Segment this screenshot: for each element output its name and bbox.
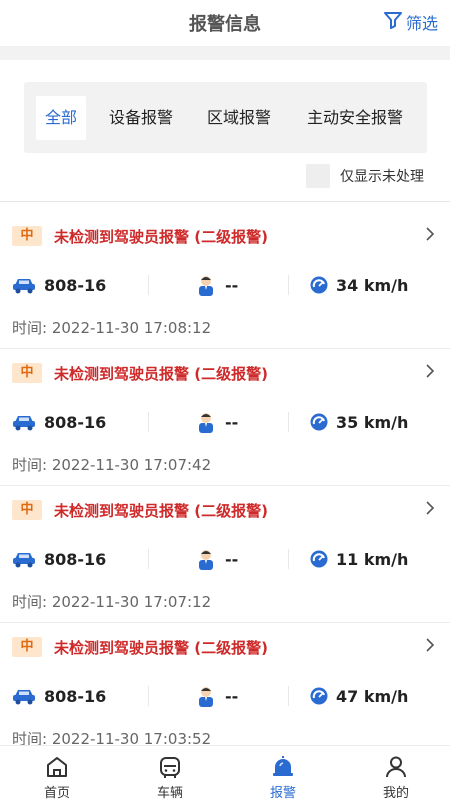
vehicle-plate: 808-16 [44,549,107,569]
alarm-time: 时间: 2022-11-30 17:08:12 [12,319,212,337]
divider [148,275,149,295]
vehicle-plate: 808-16 [44,412,107,432]
speed-cell: 34 km/h [310,272,408,298]
alarm-title: 未检测到驾驶员报警 (二级报警) [54,365,268,383]
nav-home-label: 首页 [43,786,70,800]
chevron-right-icon[interactable] [424,637,436,653]
vehicle-plate-cell: 808-16 [12,683,106,709]
alarm-level-badge: 中 [12,363,42,383]
speedometer-icon [310,687,328,705]
divider [148,412,149,432]
nav-home[interactable]: 首页 [22,754,92,800]
nav-vehicles-label: 车辆 [156,786,183,800]
divider [148,549,149,569]
vehicle-plate-cell: 808-16 [12,546,106,572]
car-icon [13,279,35,294]
speedometer-icon [310,550,328,568]
chevron-right-icon[interactable] [424,500,436,516]
unprocessed-filter[interactable]: 仅显示未处理 [306,164,424,188]
tab-area-alarm[interactable]: 区域报警 [204,96,274,140]
alarm-level-badge: 中 [12,637,42,657]
divider [288,686,289,706]
driver-name: -- [225,686,239,706]
home-icon [47,757,67,777]
tab-all[interactable]: 全部 [36,96,86,140]
alarm-level-badge: 中 [12,226,42,246]
user-icon [386,756,406,778]
alarm-item[interactable]: 中 未检测到驾驶员报警 (二级报警) 808-16 [0,212,450,349]
nav-vehicles[interactable]: 车辆 [135,754,205,800]
tab-active-safety-alarm[interactable]: 主动安全报警 [302,96,408,140]
alarm-time: 时间: 2022-11-30 17:07:12 [12,593,212,611]
alarm-info-row: 808-16 -- 47 km/h [0,683,450,709]
vehicle-plate-cell: 808-16 [12,272,106,298]
driver-name: -- [225,275,239,295]
nav-profile-label: 我的 [382,786,409,800]
header-divider [0,46,450,60]
divider [288,275,289,295]
alarm-time: 时间: 2022-11-30 17:07:42 [12,456,212,474]
alarm-title: 未检测到驾驶员报警 (二级报警) [54,228,268,246]
alarm-type-tabs: 全部 设备报警 区域报警 主动安全报警 [24,82,427,153]
alarm-bell-icon [273,756,293,776]
speed-value: 47 km/h [336,686,409,706]
divider [148,686,149,706]
nav-profile[interactable]: 我的 [361,754,431,800]
alarm-item[interactable]: 中 未检测到驾驶员报警 (二级报警) 808-16 [0,349,450,486]
driver-icon [199,413,213,433]
alarm-item[interactable]: 中 未检测到驾驶员报警 (二级报警) 808-16 [0,486,450,623]
driver-icon [199,550,213,570]
nav-alarm[interactable]: 报警 [248,754,318,800]
speed-cell: 35 km/h [310,409,408,435]
car-icon [13,553,35,568]
vehicle-icon [160,757,180,778]
car-icon [13,690,35,705]
vehicle-plate-cell: 808-16 [12,409,106,435]
filter-label: 筛选 [405,14,438,33]
driver-cell: -- [195,683,238,709]
speed-cell: 11 km/h [310,546,408,572]
driver-name: -- [225,549,239,569]
speed-value: 35 km/h [336,412,409,432]
driver-icon [199,687,213,707]
divider [288,549,289,569]
unprocessed-checkbox[interactable] [306,164,330,188]
driver-cell: -- [195,546,238,572]
vehicle-plate: 808-16 [44,275,107,295]
tab-device-alarm[interactable]: 设备报警 [106,96,176,140]
speed-value: 11 km/h [336,549,409,569]
bottom-nav: 首页 车辆 报警 我的 [0,745,450,800]
filter-icon [383,10,403,34]
header: 报警信息 筛选 [0,0,450,46]
driver-cell: -- [195,272,238,298]
speedometer-icon [310,413,328,431]
chevron-right-icon[interactable] [424,363,436,379]
alarm-item[interactable]: 中 未检测到驾驶员报警 (二级报警) 808-16 [0,623,450,760]
car-icon [13,416,35,431]
driver-name: -- [225,412,239,432]
alarm-title: 未检测到驾驶员报警 (二级报警) [54,502,268,520]
speed-value: 34 km/h [336,275,409,295]
filter-button[interactable]: 筛选 [383,10,438,34]
vehicle-plate: 808-16 [44,686,107,706]
driver-icon [199,276,213,296]
alarm-info-row: 808-16 -- 35 km/h [0,409,450,435]
alarm-info-row: 808-16 -- 34 km/h [0,272,450,298]
alarm-title: 未检测到驾驶员报警 (二级报警) [54,639,268,657]
alarm-level-badge: 中 [12,500,42,520]
divider [0,201,450,202]
unprocessed-label: 仅显示未处理 [340,169,424,185]
alarm-info-row: 808-16 -- 11 km/h [0,546,450,572]
speed-cell: 47 km/h [310,683,408,709]
speedometer-icon [310,276,328,294]
driver-cell: -- [195,409,238,435]
nav-alarm-label: 报警 [269,786,296,800]
divider [288,412,289,432]
chevron-right-icon[interactable] [424,226,436,242]
